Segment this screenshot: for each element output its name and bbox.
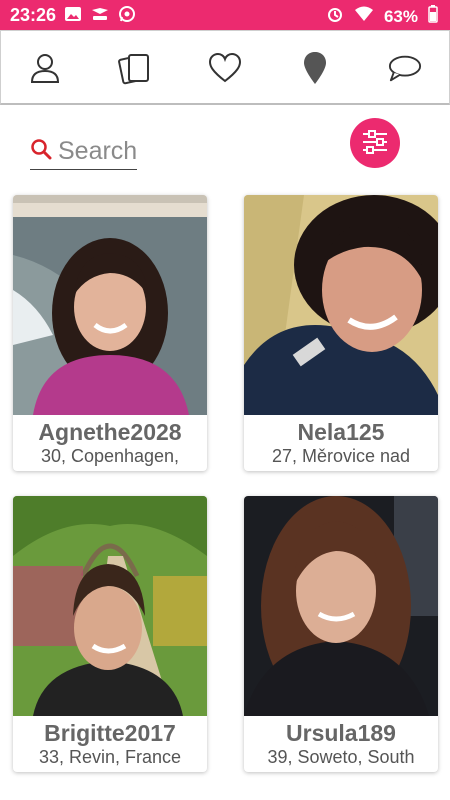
status-left-icons [64, 5, 136, 28]
profile-card[interactable]: Agnethe2028 30, Copenhagen, [13, 195, 207, 471]
alarm-icon [326, 5, 344, 28]
search-placeholder: Search [58, 136, 138, 165]
profile-photo [13, 496, 207, 716]
profile-name: Agnethe2028 [38, 419, 182, 445]
chat-bubble-icon[interactable] [388, 51, 422, 85]
pay-icon [90, 6, 110, 27]
profile-photo [244, 496, 438, 716]
status-bar: 23:26 63% [0, 0, 450, 30]
status-time: 23:26 [10, 5, 57, 25]
sliders-icon [359, 125, 391, 162]
profile-photo [244, 195, 438, 415]
profile-details: 27, Měrovice nad [271, 446, 411, 466]
profile-name: Ursula189 [286, 720, 396, 746]
profile-card[interactable]: Brigitte2017 33, Revin, France [13, 496, 207, 772]
whatsapp-icon [118, 5, 136, 28]
status-right-icons: 63% [326, 5, 438, 28]
wifi-icon [354, 6, 374, 27]
profile-icon[interactable] [28, 51, 62, 85]
battery-percent: 63% [383, 6, 418, 26]
image-icon [64, 6, 82, 27]
profile-photo [13, 195, 207, 415]
location-pin-icon[interactable] [298, 51, 332, 85]
search-icon [30, 138, 52, 165]
battery-icon [428, 5, 438, 28]
profile-details: 33, Revin, France [38, 747, 182, 767]
profile-details: 39, Soweto, South [267, 747, 415, 767]
search-input[interactable]: Search [30, 133, 137, 170]
profile-name: Nela125 [297, 419, 385, 445]
heart-icon[interactable] [208, 51, 242, 85]
top-nav [0, 30, 450, 105]
cards-icon[interactable] [118, 51, 152, 85]
profile-card[interactable]: Nela125 27, Měrovice nad [244, 195, 438, 471]
profile-details: 30, Copenhagen, [40, 446, 180, 466]
filter-button[interactable] [350, 118, 400, 168]
profile-card[interactable]: Ursula189 39, Soweto, South [244, 496, 438, 772]
profile-name: Brigitte2017 [44, 720, 176, 746]
